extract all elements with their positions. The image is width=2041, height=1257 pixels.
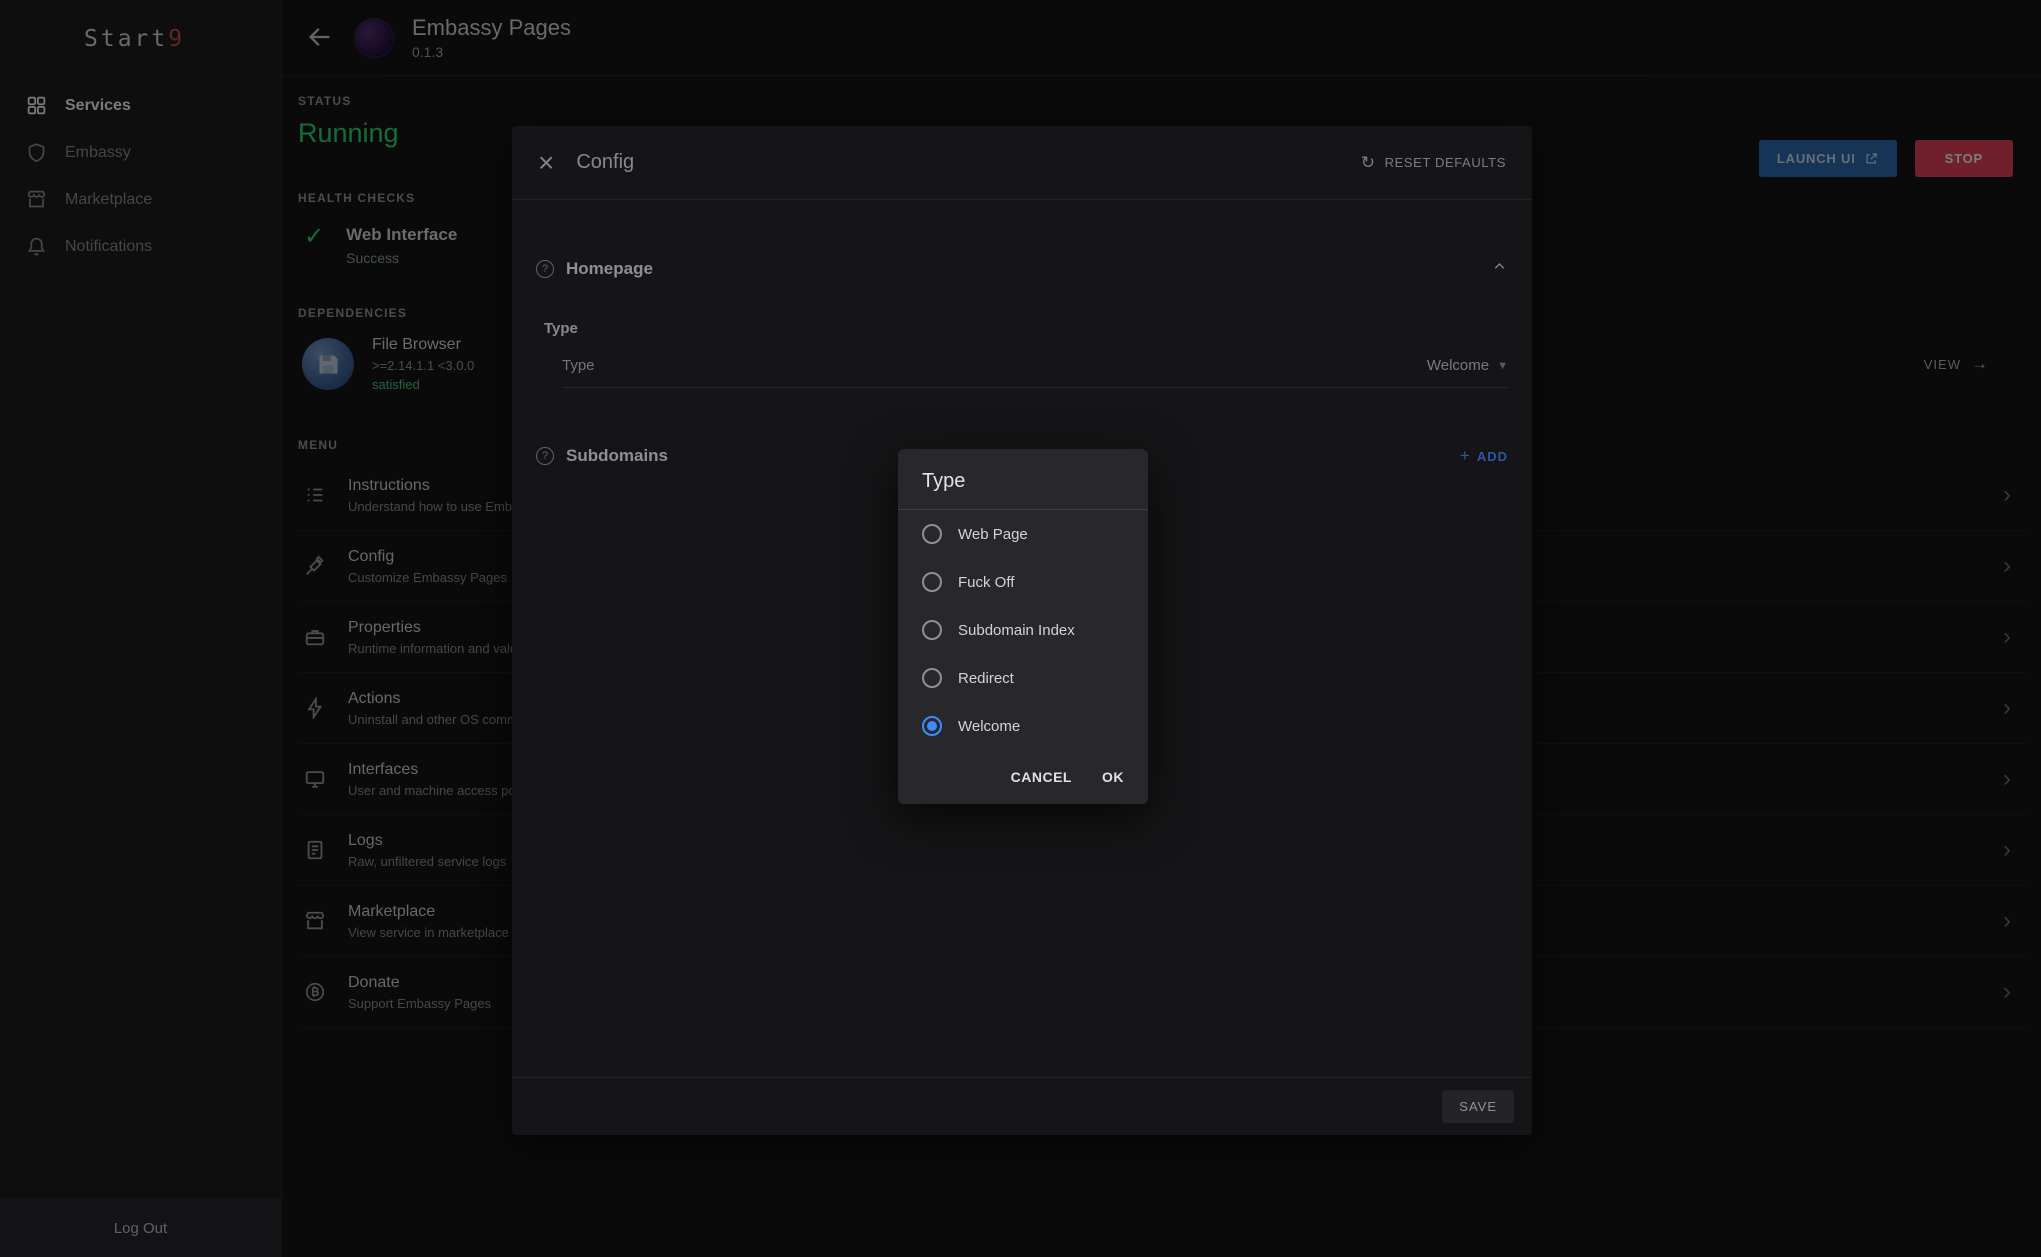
- radio-option-label: Subdomain Index: [958, 622, 1075, 639]
- ok-button[interactable]: OK: [1102, 769, 1124, 785]
- radio-icon: [922, 620, 942, 640]
- radio-option-label: Redirect: [958, 670, 1014, 687]
- type-dialog: Type Web Page Fuck Off Subdomain Index R…: [898, 449, 1148, 804]
- radio-option-web-page[interactable]: Web Page: [898, 510, 1148, 558]
- radio-option-fuck-off[interactable]: Fuck Off: [898, 558, 1148, 606]
- radio-option-label: Welcome: [958, 718, 1020, 735]
- radio-option-redirect[interactable]: Redirect: [898, 654, 1148, 702]
- radio-option-welcome[interactable]: Welcome: [898, 702, 1148, 750]
- radio-icon: [922, 524, 942, 544]
- radio-icon: [922, 572, 942, 592]
- radio-option-subdomain-index[interactable]: Subdomain Index: [898, 606, 1148, 654]
- radio-icon: [922, 668, 942, 688]
- cancel-button[interactable]: CANCEL: [1011, 769, 1072, 785]
- radio-selected-icon: [922, 716, 942, 736]
- type-dialog-footer: CANCEL OK: [898, 750, 1148, 804]
- radio-option-label: Fuck Off: [958, 574, 1014, 591]
- radio-option-label: Web Page: [958, 526, 1028, 543]
- type-dialog-title: Type: [898, 449, 1148, 510]
